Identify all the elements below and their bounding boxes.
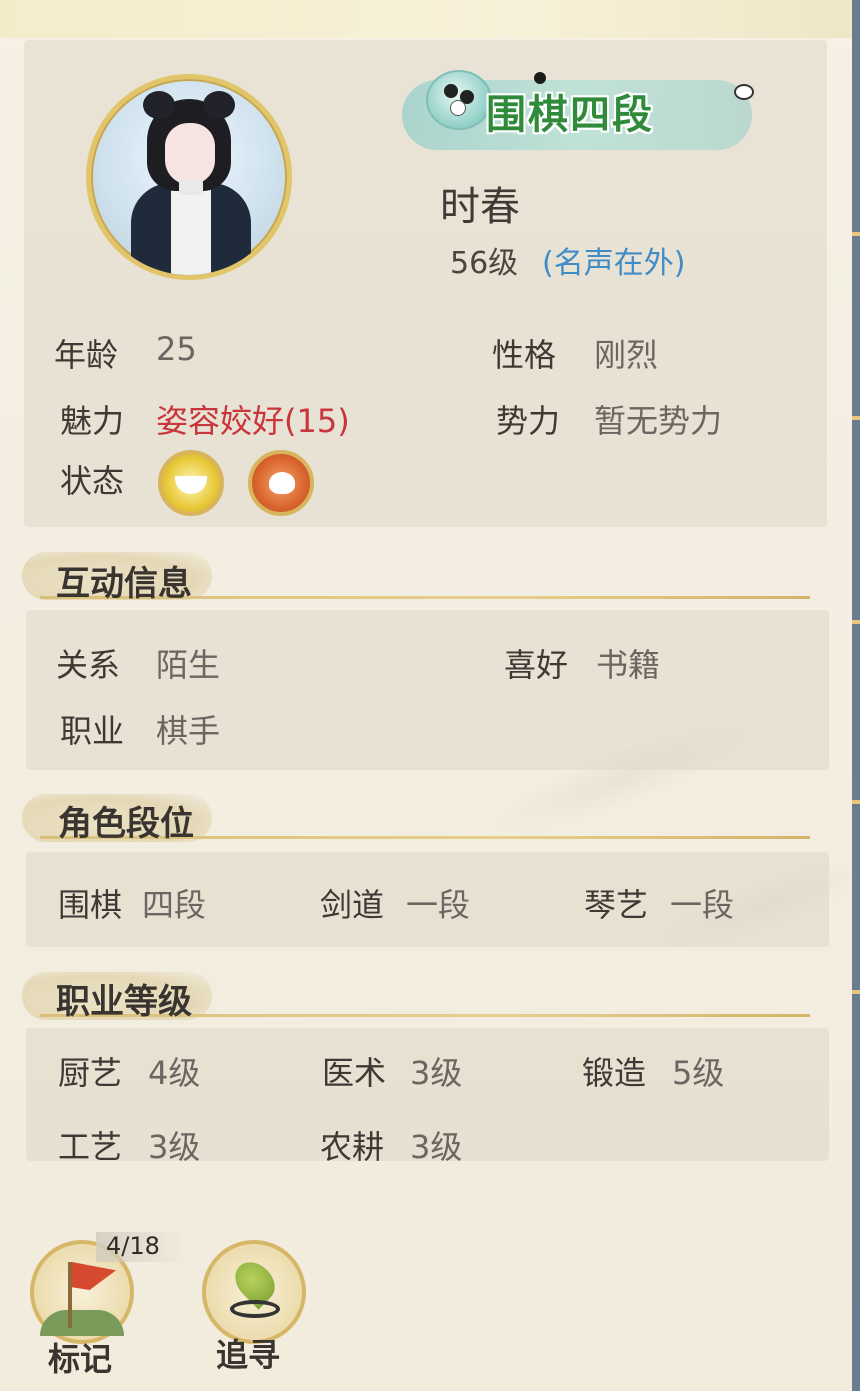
mark-label[interactable]: 标记 [48,1334,112,1380]
hobby-value: 书籍 [596,646,661,684]
character-name: 时春 [440,184,520,230]
interaction-panel [26,610,829,770]
profession-title: 职业等级 [56,982,192,1022]
track-label[interactable]: 追寻 [216,1330,280,1376]
hobby-label: 喜好 [504,646,569,684]
charm-value: 姿容姣好(15) [156,402,350,440]
job-value: 棋手 [156,712,221,750]
rank-title: 角色段位 [58,804,194,844]
profession-item-label: 厨艺 [58,1054,123,1092]
profession-item-label: 农耕 [320,1128,385,1166]
personality-value: 刚烈 [594,336,659,374]
rank-badge-text: 围棋四段 [486,92,654,138]
flag-icon [68,1262,72,1328]
profession-item-value: 4级 [148,1054,201,1092]
rank-item-label: 剑道 [320,886,385,924]
chained-heart-icon[interactable] [248,450,314,516]
charm-label: 魅力 [60,402,125,440]
profession-item-value: 3级 [410,1128,463,1166]
rank-item-value: 四段 [142,886,207,924]
window-edge [852,0,860,1391]
faction-label: 势力 [496,402,561,440]
character-portrait[interactable] [86,74,292,280]
rank-item-value: 一段 [406,886,471,924]
character-level: 56级 [450,246,519,281]
rank-item-value: 一段 [670,886,735,924]
relation-label: 关系 [56,646,121,684]
age-value: 25 [156,330,197,368]
go-bowl-icon [426,70,492,130]
go-stone-icon [734,84,754,100]
profession-item-value: 3级 [410,1054,463,1092]
top-decoration [0,0,852,38]
rank-item-label: 琴艺 [584,886,649,924]
status-label: 状态 [60,462,125,500]
rank-item-label: 围棋 [58,886,123,924]
profession-item-label: 工艺 [58,1128,123,1166]
age-label: 年龄 [54,336,119,374]
profession-item-label: 锻造 [582,1054,647,1092]
mark-count: 4/18 [106,1232,160,1260]
personality-label: 性格 [492,336,557,374]
profession-item-value: 5级 [672,1054,725,1092]
profession-item-label: 医术 [322,1054,387,1092]
bowl-icon[interactable] [158,450,224,516]
profession-item-value: 3级 [148,1128,201,1166]
interaction-title: 互动信息 [56,564,192,604]
faction-value: 暂无势力 [594,402,723,440]
job-label: 职业 [60,712,125,750]
relation-value: 陌生 [156,646,221,684]
rank-badge: 围棋四段 [402,62,754,170]
track-button[interactable] [202,1240,306,1344]
character-fame: (名声在外) [542,246,686,281]
